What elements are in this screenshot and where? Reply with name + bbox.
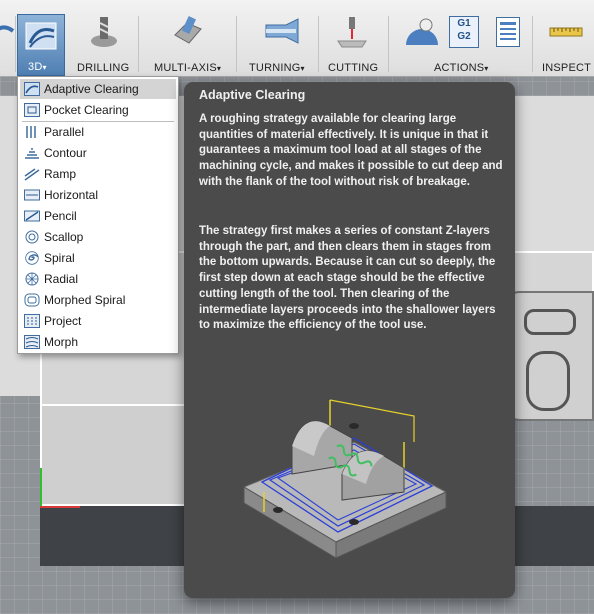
menu-item-label: Morph bbox=[44, 335, 79, 349]
y-axis-indicator bbox=[40, 468, 42, 508]
adaptive-clearing-icon bbox=[24, 82, 40, 96]
3d-adaptive-icon bbox=[23, 18, 59, 54]
menu-item-adaptive-clearing[interactable]: Adaptive Clearing bbox=[20, 79, 176, 99]
parallel-icon bbox=[26, 126, 36, 138]
horizontal-icon bbox=[24, 189, 40, 201]
pocket-clearing-icon bbox=[24, 103, 40, 117]
morph-icon bbox=[24, 335, 40, 349]
menu-item-label: Spiral bbox=[44, 251, 75, 265]
toolbar-inspect-label[interactable]: INSPECT bbox=[542, 62, 591, 74]
strategy-tooltip: Adaptive Clearing A roughing strategy av… bbox=[184, 82, 515, 598]
cutting-icon[interactable] bbox=[334, 14, 370, 50]
toolbar-3d-button[interactable]: 3D▾ bbox=[17, 14, 65, 76]
drill-icon[interactable] bbox=[86, 14, 122, 50]
menu-item-label: Scallop bbox=[44, 230, 84, 244]
toolbar-turning-label[interactable]: TURNING▾ bbox=[249, 62, 305, 74]
menu-item-label: Pencil bbox=[44, 209, 77, 223]
menu-item-label: Ramp bbox=[44, 167, 77, 181]
contour-icon bbox=[25, 148, 39, 159]
3d-strategy-menu: Adaptive Clearing Pocket Clearing Parall… bbox=[17, 76, 179, 354]
simulate-icon[interactable] bbox=[404, 14, 440, 50]
menu-item-project[interactable]: Project bbox=[20, 311, 176, 331]
menu-item-pencil[interactable]: Pencil bbox=[20, 206, 176, 226]
tooltip-paragraph-1: A roughing strategy available for cleari… bbox=[199, 113, 503, 188]
menu-item-label: Project bbox=[44, 314, 82, 328]
menu-item-ramp[interactable]: Ramp bbox=[20, 164, 176, 184]
toolbar-actions-label[interactable]: ACTIONS▾ bbox=[434, 62, 489, 74]
menu-item-parallel[interactable]: Parallel bbox=[20, 122, 176, 142]
radial-icon bbox=[25, 272, 39, 286]
spiral-icon bbox=[25, 251, 39, 265]
menu-item-morphed-spiral[interactable]: Morphed Spiral bbox=[20, 290, 176, 310]
inspect-icon[interactable] bbox=[548, 14, 584, 50]
menu-item-horizontal[interactable]: Horizontal bbox=[20, 185, 176, 205]
toolbar-separator bbox=[532, 16, 533, 72]
menu-item-label: Parallel bbox=[44, 125, 85, 139]
g1-g2-post-icon[interactable]: G1 G2 bbox=[446, 14, 482, 50]
menu-item-label: Pocket Clearing bbox=[44, 103, 129, 117]
boss-pocket bbox=[526, 351, 570, 411]
scallop-icon bbox=[25, 230, 39, 244]
menu-item-label: Adaptive Clearing bbox=[44, 82, 139, 96]
x-axis-indicator bbox=[40, 506, 80, 508]
menu-item-label: Horizontal bbox=[44, 188, 99, 202]
pencil-icon bbox=[24, 210, 40, 222]
g2-text: G2 bbox=[457, 31, 471, 42]
menu-item-morph[interactable]: Morph bbox=[20, 332, 176, 352]
menu-item-label: Contour bbox=[44, 146, 87, 160]
menu-item-spiral[interactable]: Spiral bbox=[20, 248, 176, 268]
toolbar-separator bbox=[236, 16, 237, 72]
menu-item-label: Morphed Spiral bbox=[44, 293, 126, 307]
tooltip-title: Adaptive Clearing bbox=[199, 88, 306, 102]
toolbar-separator bbox=[388, 16, 389, 72]
toolbar-cutting-label[interactable]: CUTTING bbox=[328, 62, 378, 74]
toolbar-multi-axis-label[interactable]: MULTI-AXIS▾ bbox=[154, 62, 221, 74]
menu-item-radial[interactable]: Radial bbox=[20, 269, 176, 289]
tooltip-paragraph-2: The strategy first makes a series of con… bbox=[199, 225, 496, 332]
menu-item-label: Radial bbox=[44, 272, 79, 286]
toolbar-separator bbox=[318, 16, 319, 72]
menu-item-pocket-clearing[interactable]: Pocket Clearing bbox=[20, 100, 176, 120]
adaptive-clearing-illustration bbox=[242, 399, 448, 559]
menu-item-scallop[interactable]: Scallop bbox=[20, 227, 176, 247]
toolbar-separator bbox=[15, 16, 16, 72]
setup-sheet-icon[interactable] bbox=[490, 14, 526, 50]
ramp-icon bbox=[24, 168, 40, 181]
boss-slot bbox=[524, 309, 576, 335]
toolbar-3d-label: 3D▾ bbox=[28, 61, 47, 73]
multi-axis-icon[interactable] bbox=[170, 14, 206, 50]
project-icon bbox=[24, 314, 40, 328]
morphed-spiral-icon bbox=[24, 293, 40, 307]
toolbar-separator bbox=[138, 16, 139, 72]
manufacture-toolbar: 3D▾ DRILLING MULTI-AXIS▾ TURNING▾ CUTTIN… bbox=[0, 0, 594, 77]
model-wall-face bbox=[40, 406, 200, 506]
turning-icon[interactable] bbox=[264, 14, 300, 50]
g1-text: G1 bbox=[457, 18, 471, 29]
menu-item-contour[interactable]: Contour bbox=[20, 143, 176, 163]
toolbar-drilling-label[interactable]: DRILLING bbox=[77, 62, 129, 74]
